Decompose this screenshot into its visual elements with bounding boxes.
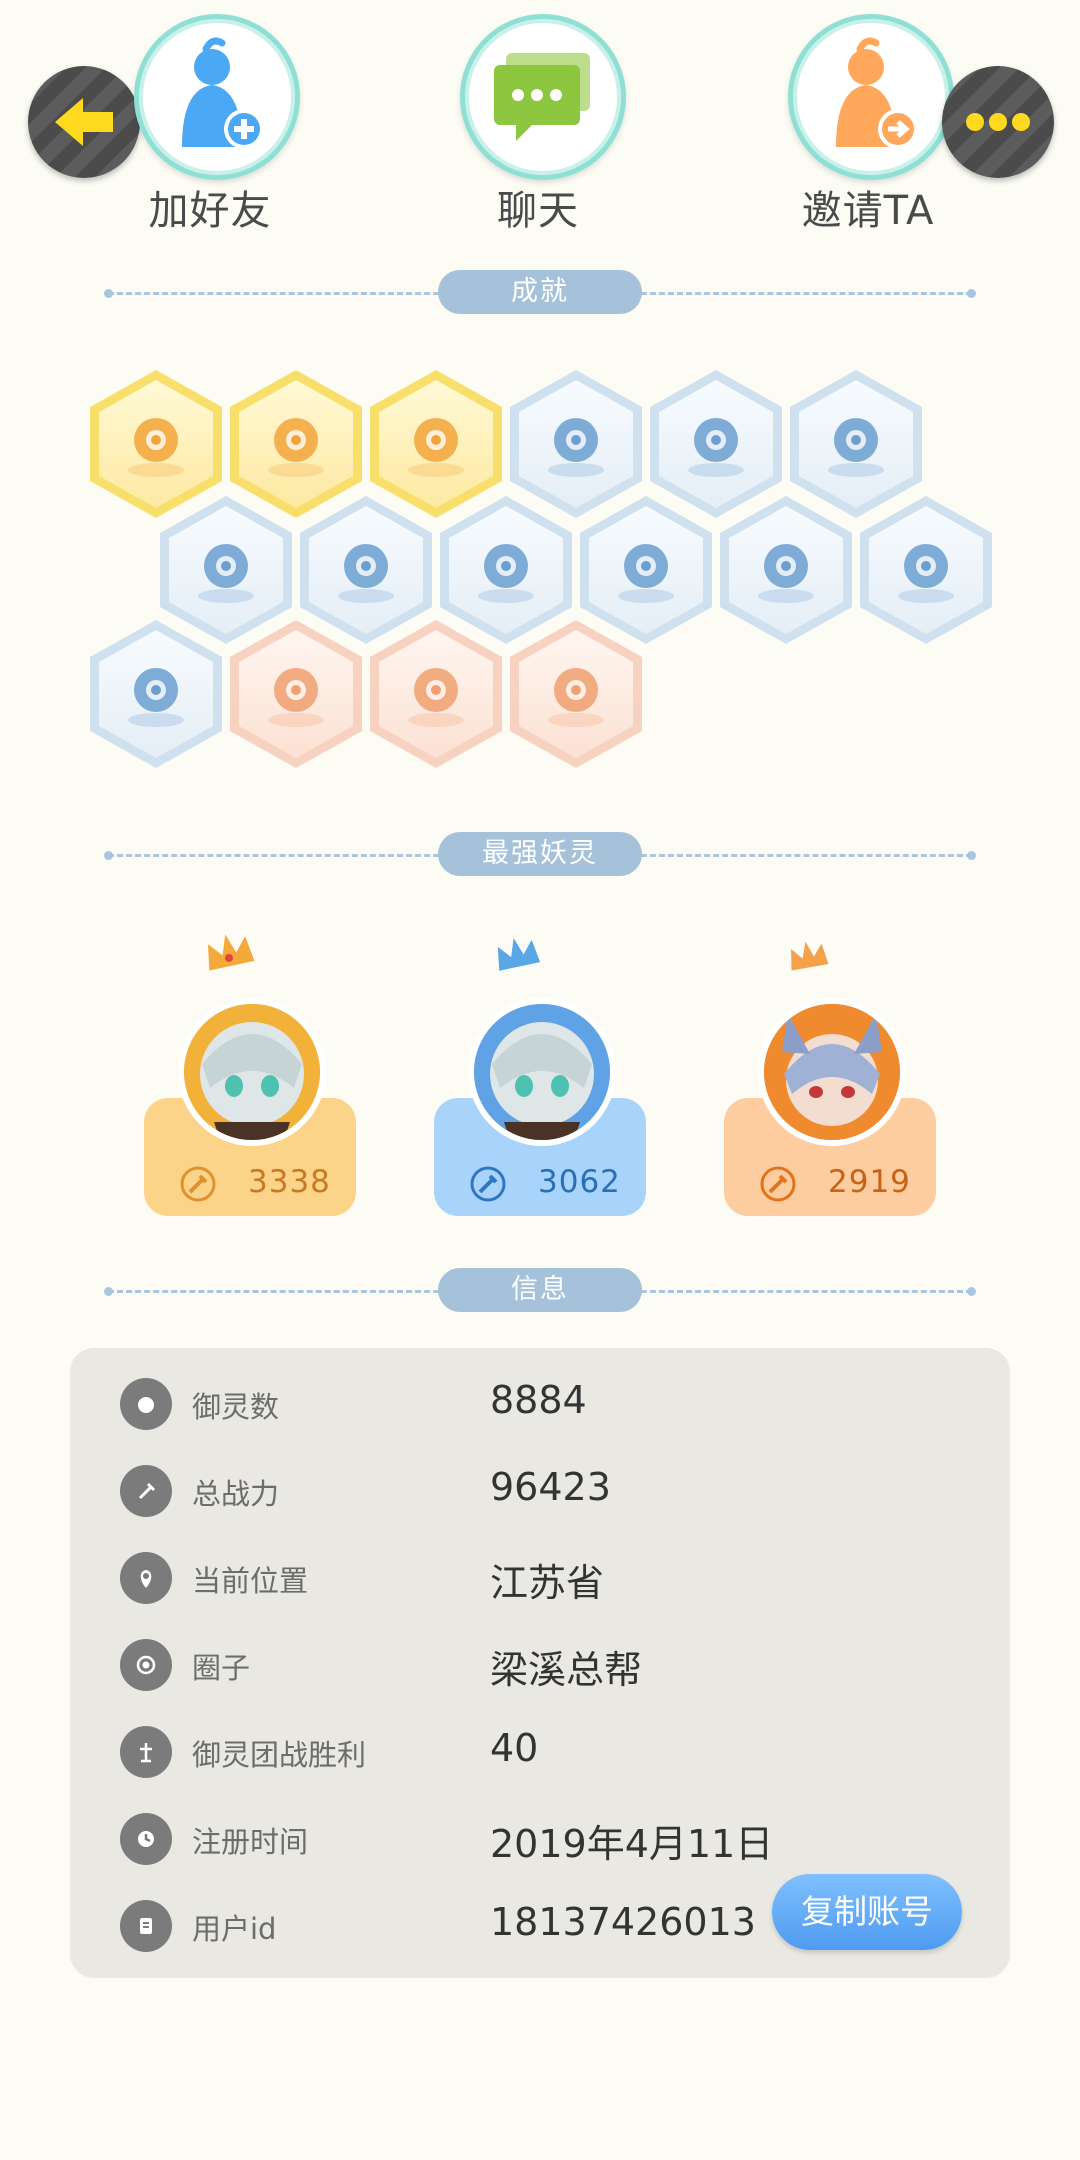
sword-power-icon (180, 1166, 216, 1202)
crown-icon (207, 934, 255, 971)
crystal-ball-icon (828, 418, 884, 477)
info-label: 当前位置 (192, 1564, 309, 1598)
invite-icon (836, 37, 918, 149)
info-value: 40 (490, 1726, 539, 1770)
info-row: 注册时间 2019年4月11日 (70, 1799, 1010, 1879)
clock-icon (120, 1813, 172, 1865)
yinyang-book-icon (758, 544, 814, 603)
open-book-icon (548, 668, 604, 727)
sword-power-icon (760, 1166, 796, 1202)
achievement-badge[interactable] (720, 496, 852, 644)
achievement-badge[interactable] (510, 620, 642, 768)
info-row: 总战力 96423 (70, 1451, 1010, 1531)
spirit-avatar-3[interactable] (758, 998, 906, 1146)
stroller-icon (618, 544, 674, 603)
id-card-icon (120, 1900, 172, 1952)
info-row: 御灵数 8884 (70, 1364, 1010, 1444)
chat-button[interactable] (460, 14, 626, 180)
sword-power-icon (470, 1166, 506, 1202)
info-value: 96423 (490, 1465, 611, 1509)
info-value: 梁溪总帮 (490, 1648, 643, 1692)
spirit-avatar-1[interactable] (178, 998, 326, 1146)
invite-label[interactable]: 邀请TA (738, 178, 998, 236)
spirit-icon (120, 1378, 172, 1430)
info-value: 2019年4月11日 (490, 1822, 774, 1866)
achievement-badge[interactable] (90, 620, 222, 768)
sneaker-icon (128, 418, 184, 477)
info-value: 18137426013 (490, 1900, 756, 1944)
sword-icon (120, 1465, 172, 1517)
more-dots-icon (966, 113, 1030, 131)
add-friend-button[interactable] (134, 14, 300, 180)
info-row: 圈子 梁溪总帮 (70, 1625, 1010, 1705)
statue-icon (478, 544, 534, 603)
spirit-power-3: 2919 (828, 1164, 911, 1200)
horned-spirit-icon (268, 418, 324, 477)
circle-target-icon (120, 1639, 172, 1691)
copy-account-button[interactable]: 复制账号 (772, 1874, 962, 1950)
shield-icon (898, 544, 954, 603)
pedestal-spirit-icon (408, 668, 464, 727)
info-label: 总战力 (192, 1477, 280, 1511)
spirit-power-1: 3338 (248, 1164, 331, 1200)
info-label: 御灵数 (192, 1390, 280, 1424)
add-friend-label[interactable]: 加好友 (80, 178, 340, 236)
info-label: 用户id (192, 1912, 277, 1946)
crystal-icon (198, 544, 254, 603)
crown-icon (791, 941, 829, 971)
info-label: 御灵团战胜利 (192, 1738, 367, 1772)
location-pin-icon (120, 1552, 172, 1604)
spirit-power-2: 3062 (538, 1164, 621, 1200)
spirit-avatar-2[interactable] (468, 998, 616, 1146)
add-friend-icon (182, 37, 264, 149)
orb-antenna-icon (548, 418, 604, 477)
crown-icon (497, 937, 541, 971)
invite-button[interactable] (788, 14, 954, 180)
yinyang-wave-icon (338, 544, 394, 603)
info-label: 圈子 (192, 1651, 251, 1685)
achievements-section-title: 成就 (438, 270, 642, 314)
arrow-left-icon (55, 98, 113, 146)
more-button[interactable] (942, 66, 1054, 178)
info-row: 御灵团战胜利 40 (70, 1712, 1010, 1792)
info-label: 注册时间 (192, 1825, 309, 1859)
chat-bubble-icon (494, 53, 590, 141)
top-spirits-section-title: 最强妖灵 (438, 832, 642, 876)
fox-balloon-icon (408, 418, 464, 477)
info-panel: 御灵数 8884 总战力 96423 当前位置 江苏省圈子 梁溪总帮御灵团战胜利 40 注册时间… (70, 1348, 1010, 1978)
achievement-badge[interactable] (860, 496, 992, 644)
blob-spirit-icon (128, 668, 184, 727)
koi-icon (268, 668, 324, 727)
info-value: 江苏省 (490, 1561, 605, 1605)
back-button[interactable] (28, 66, 140, 178)
info-section-title: 信息 (438, 1268, 642, 1312)
info-row: 当前位置 江苏省 (70, 1538, 1010, 1618)
achievement-badge[interactable] (230, 620, 362, 768)
moon-icon (688, 418, 744, 477)
achievement-badge[interactable] (370, 620, 502, 768)
chat-label[interactable]: 聊天 (408, 178, 668, 236)
trophy-icon (120, 1726, 172, 1778)
info-value: 8884 (490, 1378, 587, 1422)
